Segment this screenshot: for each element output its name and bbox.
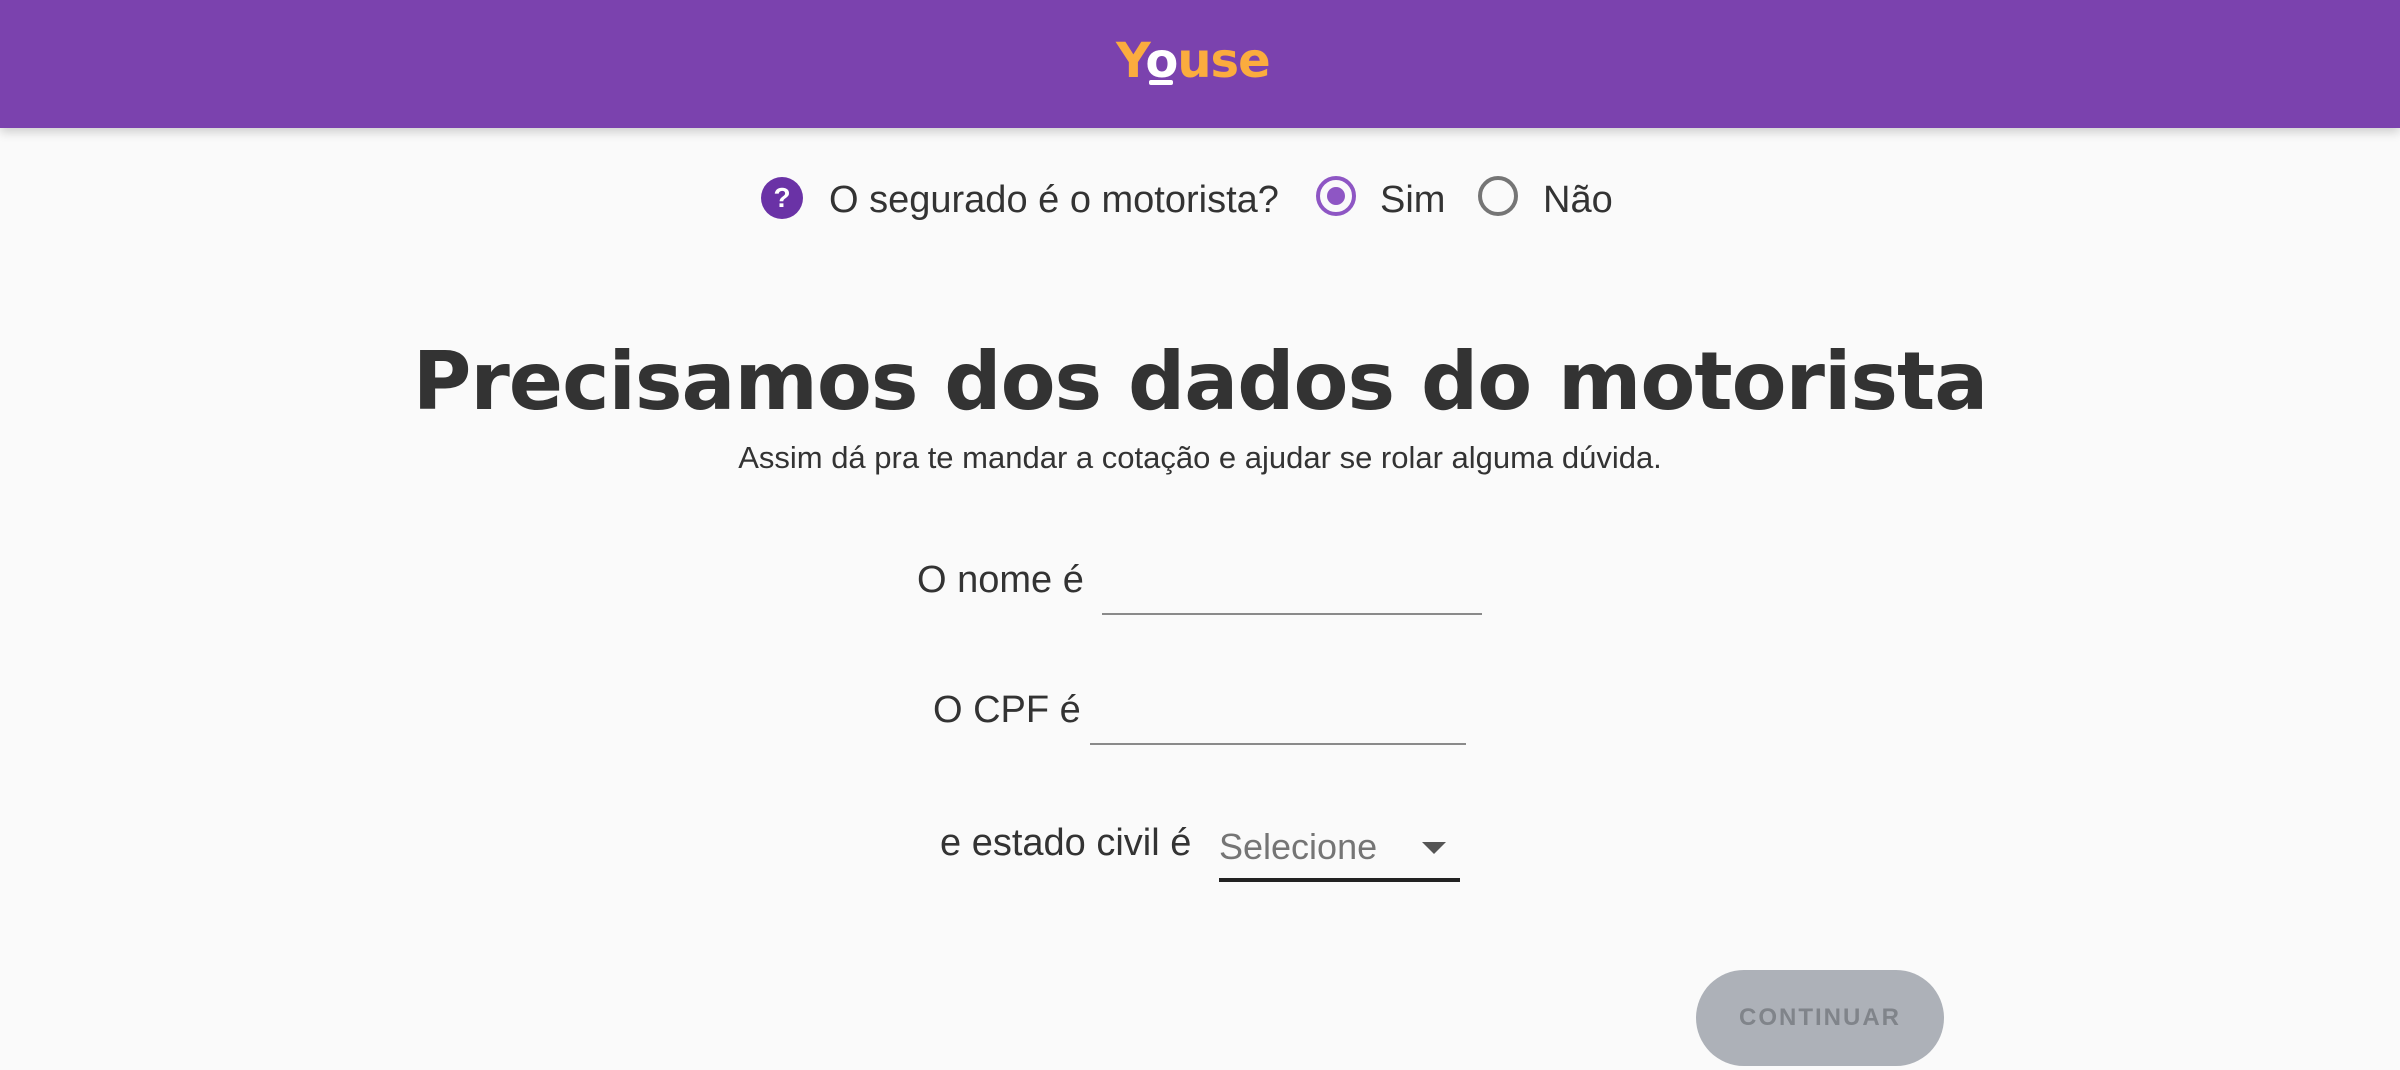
help-circle-icon[interactable]: ? [761, 177, 803, 219]
civil-status-value: Selecione [1219, 826, 1378, 867]
cpf-label: O CPF é [933, 689, 1081, 731]
logo-letters-use: use [1177, 33, 1270, 89]
page-title: Precisamos dos dados do motorista [412, 335, 1989, 428]
chevron-down-icon [1422, 842, 1446, 854]
cpf-input[interactable] [1090, 693, 1466, 745]
name-label: O nome é [917, 559, 1084, 601]
driver-question-row: ? O segurado é o motorista? Sim Não [0, 170, 2400, 230]
name-input[interactable] [1102, 563, 1482, 615]
youse-logo[interactable]: Youse [1116, 32, 1286, 90]
page-subtitle: Assim dá pra te mandar a cotação e ajuda… [738, 440, 1662, 475]
driver-question-text: O segurado é o motorista? [829, 179, 1279, 221]
radio-nao[interactable] [1478, 176, 1518, 216]
top-bar: Youse [0, 0, 2400, 128]
civil-status-label: e estado civil é [940, 822, 1192, 864]
radio-nao-label[interactable]: Não [1543, 178, 1613, 222]
continue-button[interactable]: CONTINUAR [1696, 970, 1944, 1066]
civil-status-select[interactable]: Selecione [1219, 818, 1460, 882]
radio-sim[interactable] [1316, 176, 1356, 216]
logo-letter-y: Y [1116, 33, 1146, 89]
logo-letter-o: o [1145, 33, 1178, 89]
radio-sim-label[interactable]: Sim [1380, 178, 1445, 222]
